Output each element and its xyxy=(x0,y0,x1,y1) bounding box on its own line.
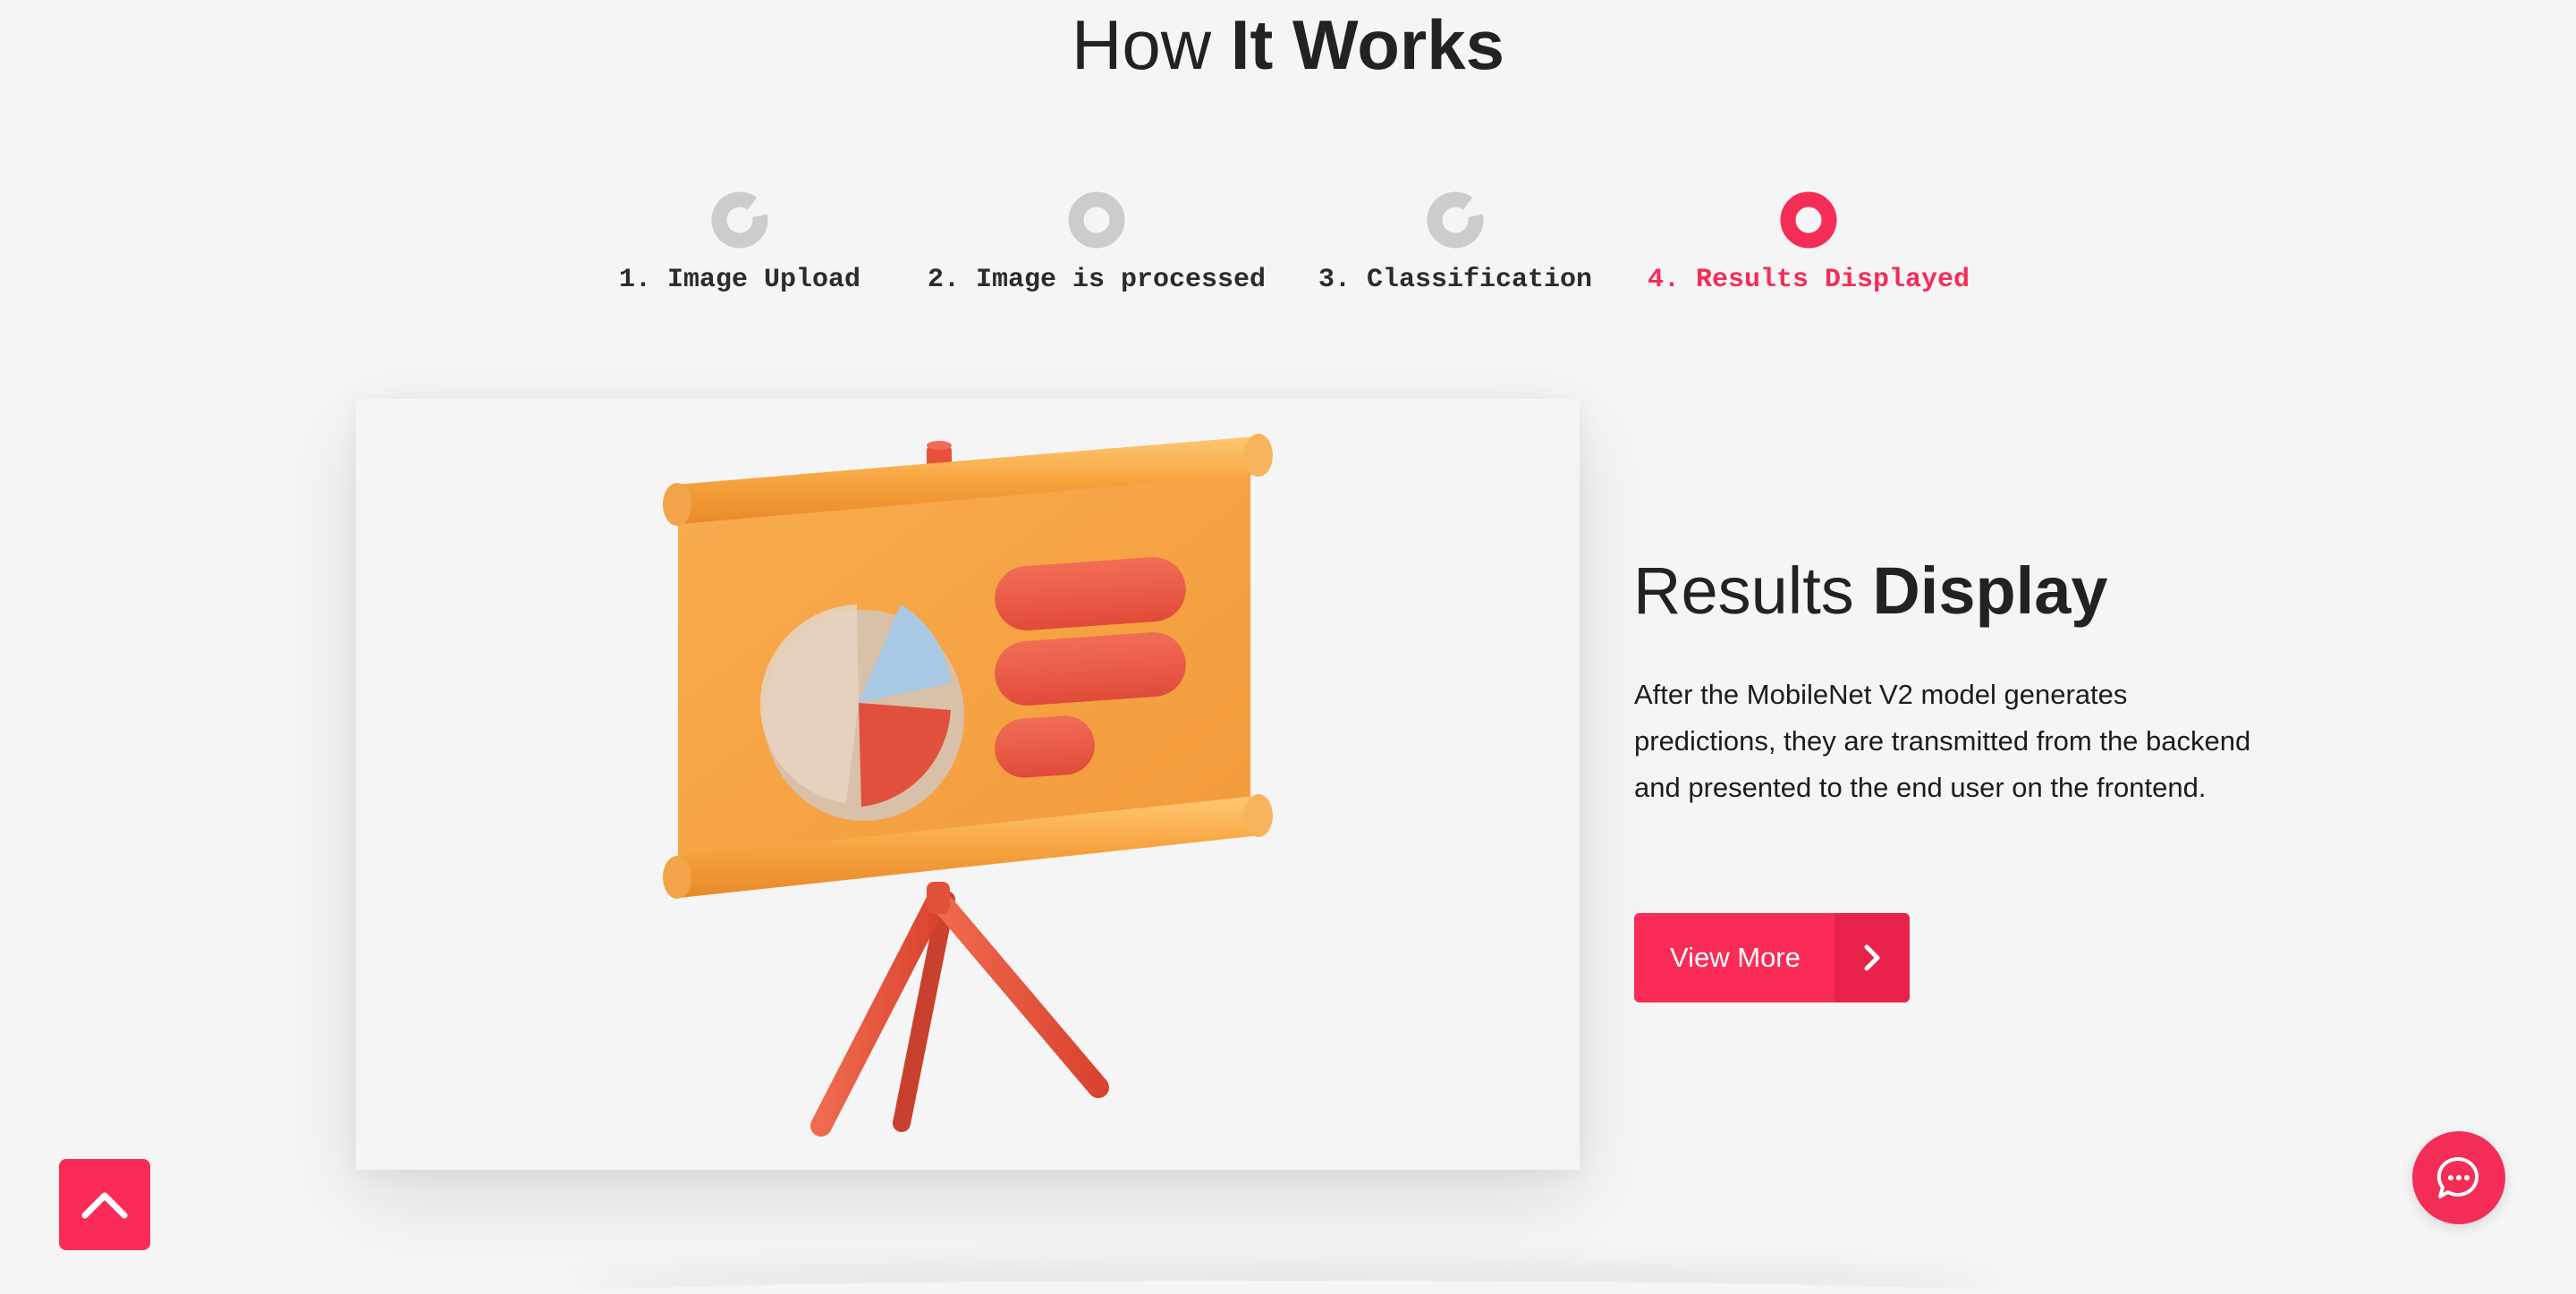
back-to-top-button[interactable] xyxy=(59,1159,150,1250)
content-title-bold: Display xyxy=(1872,554,2108,628)
content-title-light: Results xyxy=(1633,554,1854,628)
illustration-card xyxy=(356,399,1580,1170)
step-inactive-icon xyxy=(1068,191,1125,249)
step-inactive-icon xyxy=(711,191,768,249)
chevron-up-icon xyxy=(81,1192,128,1219)
step-image-processed[interactable]: 2. Image is processed xyxy=(927,191,1267,295)
step-image-upload[interactable]: 1. Image Upload xyxy=(570,191,910,295)
chevron-right-icon xyxy=(1835,913,1910,1002)
chat-bubble-icon xyxy=(2436,1156,2479,1198)
step-label: 1. Image Upload xyxy=(618,265,861,295)
step-results-displayed[interactable]: 4. Results Displayed xyxy=(1639,191,1979,295)
step-label: 4. Results Displayed xyxy=(1647,265,1970,295)
steps-nav: 1. Image Upload 2. Image is processed 3.… xyxy=(0,191,2576,317)
step-classification[interactable]: 3. Classification xyxy=(1285,191,1625,295)
view-more-button[interactable]: View More xyxy=(1634,913,1910,1002)
section-title: How It Works xyxy=(0,4,2576,86)
step-inactive-icon xyxy=(1427,191,1484,249)
step-label: 3. Classification xyxy=(1318,265,1593,295)
content-description: After the MobileNet V2 model generates p… xyxy=(1634,679,2251,803)
next-card-shadow xyxy=(572,1281,2004,1294)
step-label: 2. Image is processed xyxy=(927,265,1267,295)
how-it-works-section: How It Works 1. Image Upload 2. Image is… xyxy=(0,0,2576,1294)
chat-button[interactable] xyxy=(2412,1131,2505,1224)
content-title: Results Display xyxy=(1633,551,2108,631)
section-title-bold: It Works xyxy=(1230,5,1504,84)
presentation-board-icon xyxy=(663,434,1273,1137)
view-more-label: View More xyxy=(1670,942,1801,973)
step-active-icon xyxy=(1780,191,1837,249)
section-title-light: How xyxy=(1071,5,1212,84)
